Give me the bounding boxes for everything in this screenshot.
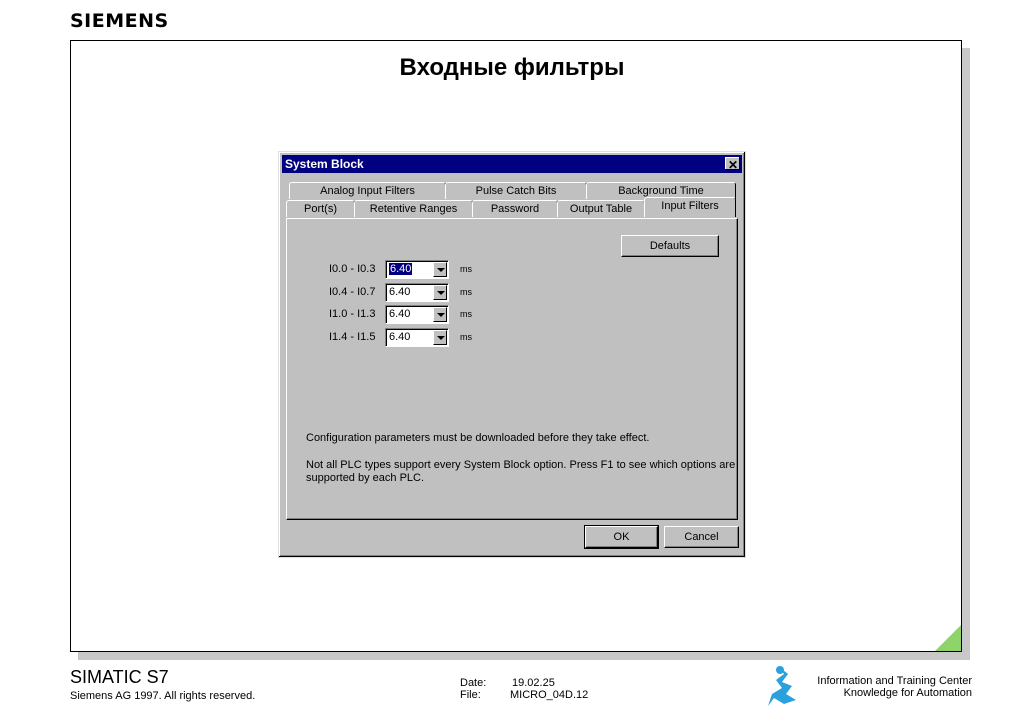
file-value: MICRO_04D.12 <box>510 689 589 701</box>
plc-support-note-line2: supported by each PLC. <box>306 472 425 484</box>
page-corner-icon <box>935 625 961 651</box>
tab-retentive-ranges[interactable]: Retentive Ranges <box>354 200 473 217</box>
system-block-dialog: System Block ✕ Analog Input Filters Puls… <box>278 151 746 558</box>
dialog-title: System Block <box>285 157 364 171</box>
cancel-button[interactable]: Cancel <box>664 526 739 548</box>
tab-output-table[interactable]: Output Table <box>557 200 645 217</box>
download-note: Configuration parameters must be downloa… <box>306 432 650 444</box>
tab-analog-input-filters[interactable]: Analog Input Filters <box>289 182 446 199</box>
filter-range-label: I1.0 - I1.3 <box>329 308 376 320</box>
training-center-line1: Information and Training Center <box>817 675 972 687</box>
defaults-button[interactable]: Defaults <box>621 235 719 257</box>
product-name: SIMATIC S7 <box>70 667 169 687</box>
filter-time-dropdown[interactable]: 6.40 <box>385 283 449 302</box>
plc-support-note-line1: Not all PLC types support every System B… <box>306 459 736 471</box>
unit-label: ms <box>460 287 472 297</box>
date-label: Date: <box>460 677 487 689</box>
training-center-text: Information and Training Center Knowledg… <box>817 675 972 699</box>
tab-password[interactable]: Password <box>472 200 558 217</box>
chevron-down-icon[interactable] <box>433 330 447 345</box>
siemens-logo: SIEMENS <box>70 10 169 32</box>
close-icon: ✕ <box>728 158 739 172</box>
chevron-down-icon[interactable] <box>433 307 447 322</box>
filter-range-label: I0.4 - I0.7 <box>329 286 376 298</box>
ok-button[interactable]: OK <box>584 525 659 549</box>
training-center-line2: Knowledge for Automation <box>843 687 972 699</box>
filter-time-value: 6.40 <box>389 308 411 320</box>
unit-label: ms <box>460 332 472 342</box>
filter-time-dropdown[interactable]: 6.40 <box>385 260 449 279</box>
close-button[interactable]: ✕ <box>725 157 740 172</box>
filter-time-value: 6.40 <box>389 286 411 298</box>
slide-title: Входные фильтры <box>399 54 625 81</box>
training-center-logo-icon <box>768 666 796 706</box>
filter-time-dropdown[interactable]: 6.40 <box>385 328 449 347</box>
date-value: 19.02.25 <box>512 677 555 689</box>
tab-ports[interactable]: Port(s) <box>286 200 355 217</box>
filter-time-value: 6.40 <box>389 263 413 275</box>
input-filters-panel: Defaults I0.0 - I0.3 6.40 ms I0.4 - I0.7… <box>286 218 738 520</box>
chevron-down-icon[interactable] <box>433 285 447 300</box>
filter-time-value: 6.40 <box>389 331 411 343</box>
filter-range-label: I0.0 - I0.3 <box>329 263 376 275</box>
copyright: Siemens AG 1997. All rights reserved. <box>70 690 256 702</box>
dialog-titlebar[interactable]: System Block ✕ <box>282 155 742 173</box>
filter-time-dropdown[interactable]: 6.40 <box>385 305 449 324</box>
tab-input-filters[interactable]: Input Filters <box>644 197 736 217</box>
filter-range-label: I1.4 - I1.5 <box>329 331 376 343</box>
tab-pulse-catch-bits[interactable]: Pulse Catch Bits <box>445 182 587 199</box>
chevron-down-icon[interactable] <box>433 262 447 277</box>
unit-label: ms <box>460 309 472 319</box>
unit-label: ms <box>460 264 472 274</box>
file-label: File: <box>460 689 481 701</box>
